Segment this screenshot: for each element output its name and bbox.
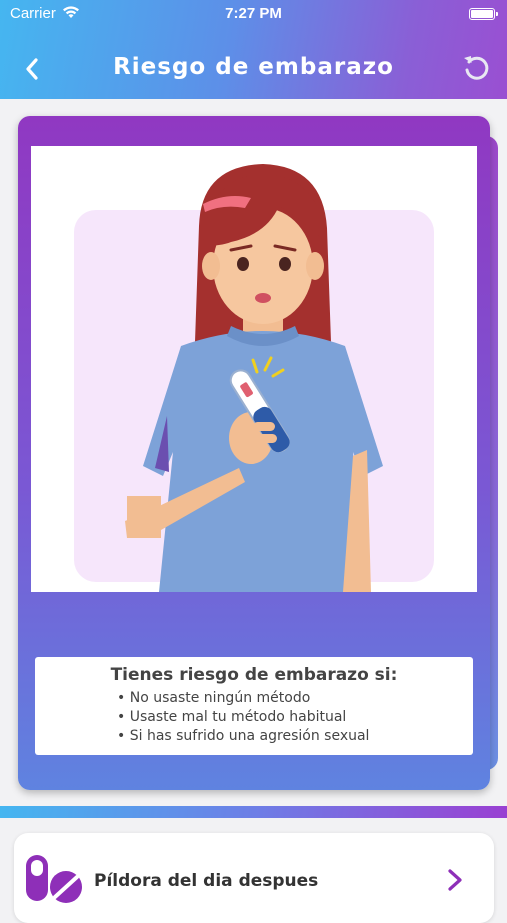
- list-item: Si has sufrido una agresión sexual: [117, 727, 370, 746]
- risk-info-title: Tienes riesgo de embarazo si:: [110, 665, 398, 685]
- reload-icon[interactable]: [461, 52, 491, 82]
- status-time: 7:27 PM: [225, 5, 282, 22]
- battery-icon: [469, 8, 498, 20]
- pill-icon: [26, 855, 82, 903]
- chevron-right-icon[interactable]: [444, 867, 466, 893]
- status-bar: Carrier 7:27 PM: [0, 0, 507, 30]
- page-title: Riesgo de embarazo: [113, 54, 394, 80]
- risk-info-box: Tienes riesgo de embarazo si: No usaste …: [35, 657, 473, 755]
- option-label: Píldora del dia despues: [94, 871, 319, 891]
- list-item: No usaste ningún método: [117, 689, 369, 708]
- worried-woman-illustration: [74, 164, 434, 592]
- list-item: Usaste mal tu método habitual: [117, 708, 369, 727]
- option-pildora-dia-despues[interactable]: Píldora del dia despues: [14, 833, 494, 923]
- risk-list: No usaste ningún método Usaste mal tu mé…: [117, 689, 370, 746]
- nav-header: Carrier 7:27 PM Riesgo de embarazo: [0, 0, 507, 99]
- illustration-panel: [31, 146, 477, 592]
